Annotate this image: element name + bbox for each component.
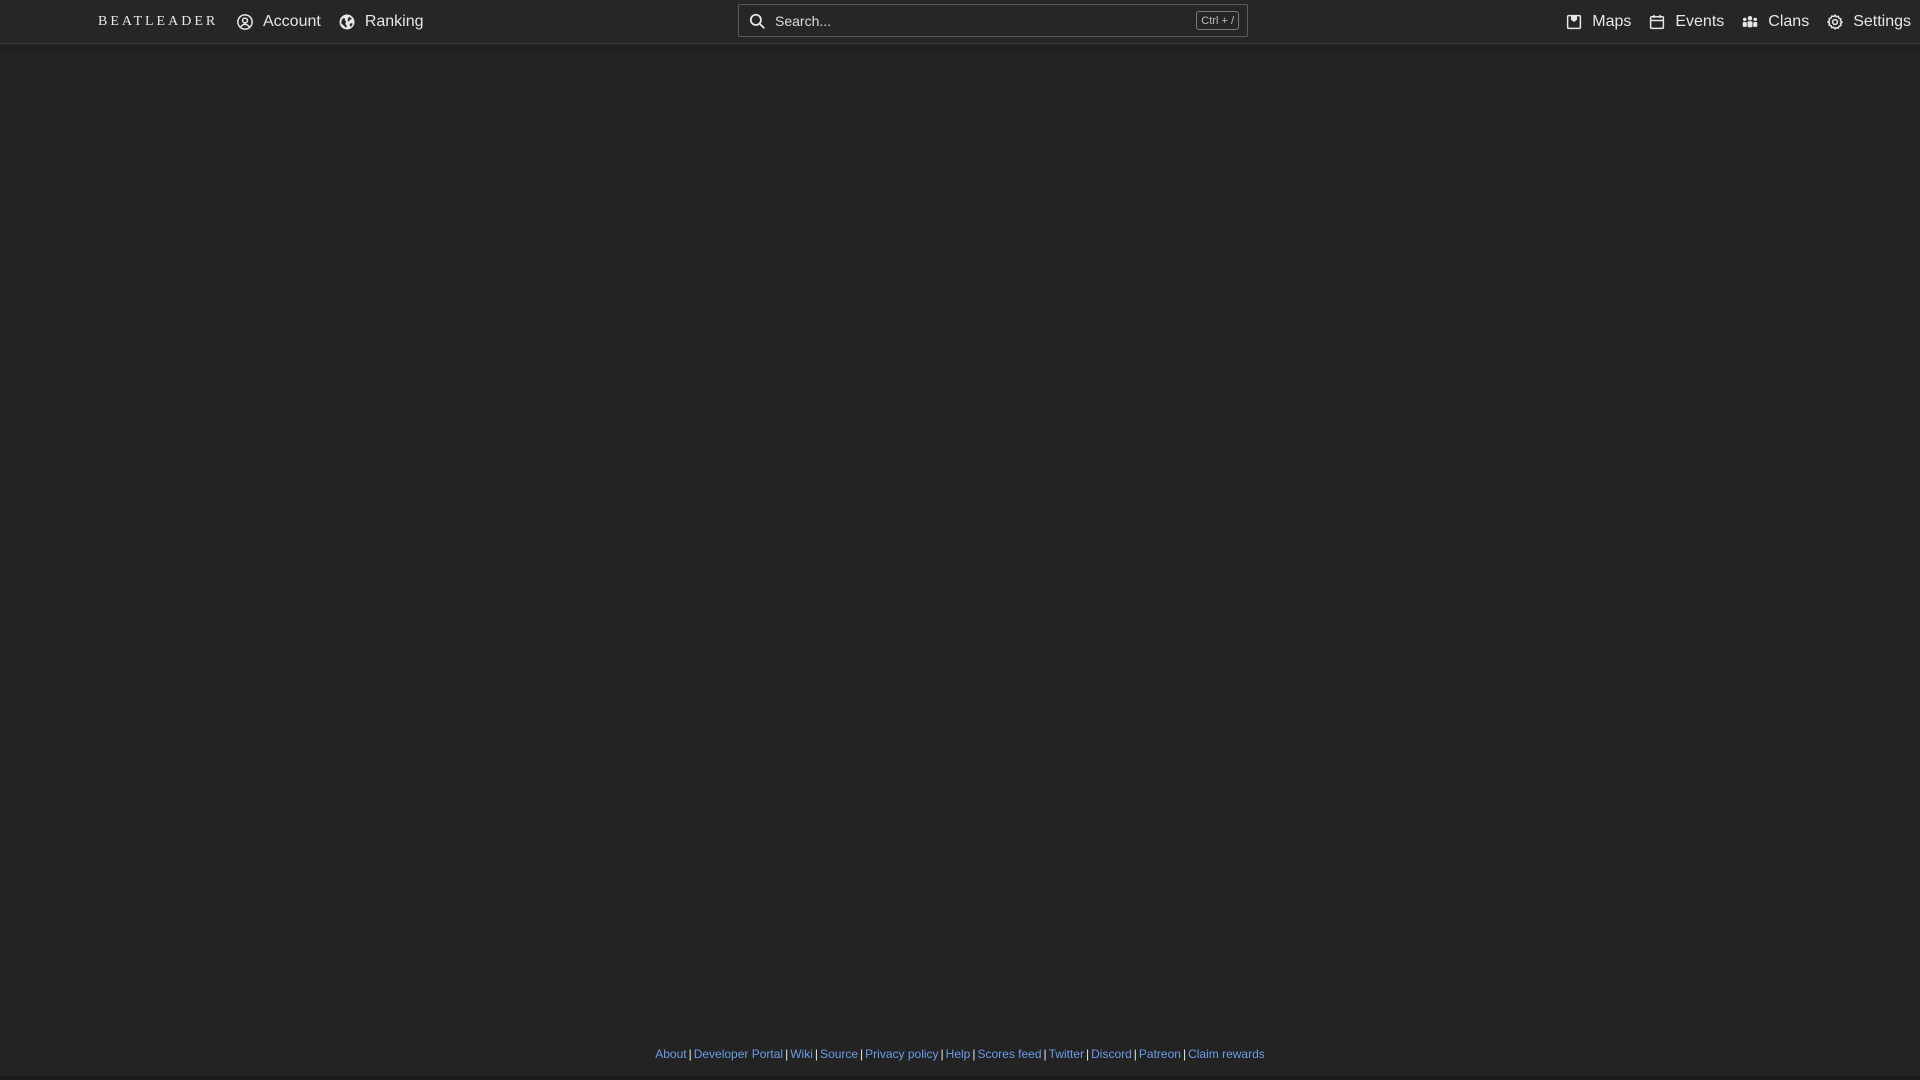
map-icon [1565,13,1583,31]
search-icon [748,12,766,30]
footer-link-help[interactable]: Help [946,1047,971,1061]
nav-events[interactable]: Events [1648,0,1724,43]
nav-clans[interactable]: Clans [1741,0,1809,43]
nav-events-label: Events [1675,12,1725,30]
nav-settings[interactable]: Settings [1826,0,1911,43]
bottom-edge-bar [0,1076,1920,1080]
nav-ranking[interactable]: Ranking [338,0,424,43]
footer-link-scores-feed[interactable]: Scores feed [977,1047,1041,1061]
footer-link-source[interactable]: Source [820,1047,858,1061]
footer-link-developer-portal[interactable]: Developer Portal [694,1047,783,1061]
footer-separator: | [1182,1047,1187,1061]
calendar-icon [1648,13,1666,31]
footer-separator: | [940,1047,944,1061]
footer-separator: | [688,1047,692,1061]
brand-logo[interactable]: BEATLEADER [98,14,218,30]
footer-link-privacy-policy[interactable]: Privacy policy [865,1047,938,1061]
header-shadow-band [0,44,1920,52]
nav-settings-label: Settings [1853,12,1911,30]
nav-maps[interactable]: Maps [1565,0,1631,43]
nav-maps-label: Maps [1592,12,1632,30]
nav-right: Maps Events Clans Settings [1548,0,1911,43]
users-icon [1741,13,1759,31]
footer-separator: | [814,1047,819,1061]
search-box[interactable]: Ctrl + / [738,4,1248,37]
nav-account-label: Account [263,12,321,30]
footer-link-claim-rewards[interactable]: Claim rewards [1188,1047,1265,1061]
nav-account[interactable]: Account [236,0,321,43]
footer-link-patreon[interactable]: Patreon [1139,1047,1181,1061]
footer-links: About | Developer Portal | Wiki | Source | Priva… [0,1046,1920,1062]
nav-left: Account Ranking [236,0,441,43]
user-circle-icon [236,13,254,31]
search-shortcut-hint: Ctrl + / [1196,11,1239,30]
footer-separator: | [1043,1047,1047,1061]
footer-link-wiki[interactable]: Wiki [790,1047,813,1061]
footer-link-about[interactable]: About [655,1047,686,1061]
footer-link-twitter[interactable]: Twitter [1049,1047,1084,1061]
globe-icon [338,13,356,31]
nav-clans-label: Clans [1768,12,1810,30]
nav-ranking-label: Ranking [364,12,424,30]
footer-separator: | [1133,1047,1137,1061]
search-input[interactable] [775,5,1195,36]
footer-link-discord[interactable]: Discord [1091,1047,1132,1061]
gear-icon [1826,13,1844,31]
